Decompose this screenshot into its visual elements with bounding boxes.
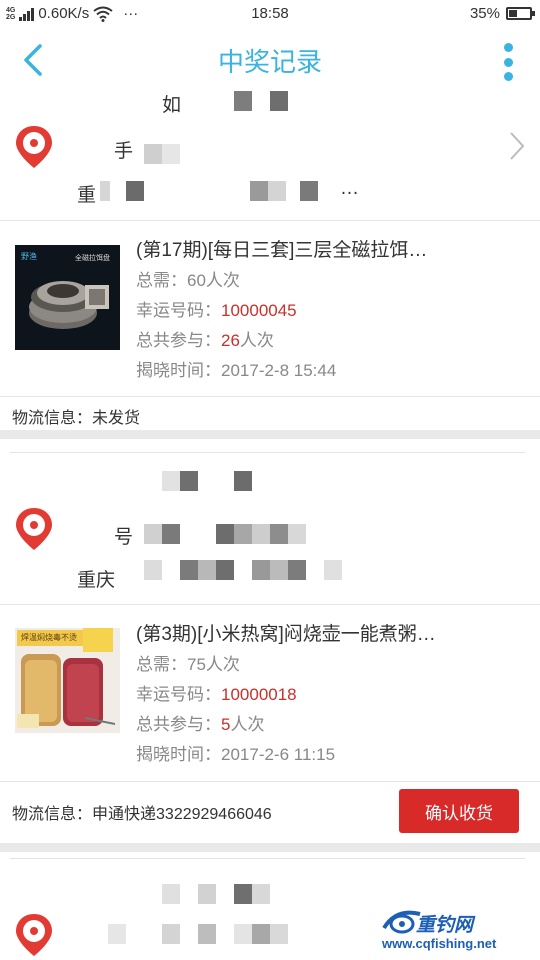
reveal-value: 2017-2-6 11:15 (221, 745, 336, 764)
divider (0, 396, 540, 397)
location-pin-icon (16, 508, 52, 550)
item-title[interactable]: (第3期)[小米热窝]闷烧壶一能煮粥… (136, 619, 526, 646)
header: 中奖记录 (0, 28, 540, 92)
confirm-receipt-button[interactable]: 确认收货 (399, 789, 519, 833)
lucky-number: 幸运号码：10000045 (136, 296, 297, 321)
location-pin-icon (16, 914, 52, 956)
total-needed: 总需：60人次 (136, 266, 240, 291)
redacted-block (162, 471, 252, 491)
status-bar: 4G 2G 0.60K/s ··· 18:58 35% (0, 0, 540, 28)
recipient-name: 如 (162, 95, 182, 116)
reveal-label: 揭晓时间： (136, 361, 221, 380)
more-button[interactable] (498, 40, 518, 84)
lucky-value: 10000018 (221, 685, 297, 704)
thumb-product-text: 焊温焖烧毒不烫 (21, 633, 77, 642)
logistics-label: 物流信息： (12, 806, 93, 823)
clock: 18:58 (251, 5, 289, 22)
food-jar-image (15, 628, 120, 733)
recipient-phone: 手 (114, 141, 134, 162)
divider (0, 781, 540, 782)
reveal-time: 揭晓时间：2017-2-6 11:15 (136, 740, 335, 765)
thumb-product-text: 全磁拉饵盘 (75, 255, 110, 262)
redacted-block (108, 924, 288, 944)
logistics-value: 未发货 (92, 410, 141, 427)
watermark-url: www.cqfishing.net (382, 936, 497, 951)
section-gap (0, 430, 540, 439)
watermark-brand: 重钓网 (416, 915, 474, 936)
participate-value: 26 (221, 331, 240, 350)
section-gap (0, 843, 540, 852)
logistics-value: 申通快递3322929466046 (92, 806, 272, 823)
participate-label: 总共参与： (136, 715, 221, 734)
total-needed: 总需：75人次 (136, 650, 240, 675)
logistics-label: 物流信息： (12, 410, 93, 427)
lucky-label: 幸运号码： (136, 685, 221, 704)
redacted-block (250, 181, 318, 201)
participate-unit: 人次 (239, 331, 274, 350)
total-label: 总需： (136, 655, 187, 674)
redacted-block (162, 884, 270, 904)
reveal-time: 揭晓时间：2017-2-8 15:44 (136, 356, 336, 381)
thumb-brand-text: 野渔 (21, 252, 37, 261)
logistics-info: 物流信息：未发货 (12, 404, 140, 428)
address-text: 重庆 (77, 570, 116, 591)
item-title[interactable]: (第17期)[每日三套]三层全磁拉饵… (136, 235, 526, 262)
watermark: 重钓网 www.cqfishing.net (380, 906, 534, 956)
redacted-block (100, 181, 144, 201)
address-card[interactable]: 号 重庆 (0, 452, 540, 604)
total-participation: 总共参与：5人次 (136, 710, 264, 735)
product-thumbnail[interactable]: 焊温焖烧毒不烫 (15, 628, 120, 733)
lucky-number: 幸运号码：10000018 (136, 680, 297, 705)
participate-label: 总共参与： (136, 331, 221, 350)
total-value: 60人次 (187, 271, 240, 290)
address-ellipsis: … (340, 178, 359, 199)
lucky-value: 10000045 (221, 301, 297, 320)
logistics-info: 物流信息：申通快递3322929466046 (12, 800, 272, 824)
total-participation: 总共参与：26人次 (136, 326, 274, 351)
participate-unit: 人次 (230, 715, 265, 734)
location-pin-icon (16, 126, 52, 168)
lucky-label: 幸运号码： (136, 301, 221, 320)
address-card[interactable]: 如 手 重 … (0, 86, 540, 220)
battery-percent: 35% (469, 5, 500, 22)
more-vertical-icon (503, 43, 513, 52)
divider (0, 604, 540, 605)
redacted-block (234, 91, 288, 111)
total-label: 总需： (136, 271, 187, 290)
redacted-block (144, 560, 342, 580)
battery-icon (506, 7, 535, 20)
page-title: 中奖记录 (217, 47, 322, 77)
total-value: 75人次 (187, 655, 240, 674)
chevron-right-icon (510, 132, 525, 160)
status-right: 35% (469, 5, 535, 22)
redacted-block (144, 144, 180, 164)
product-thumbnail[interactable]: 野渔 全磁拉饵盘 (15, 245, 120, 350)
divider (0, 220, 540, 221)
redacted-block (144, 524, 306, 544)
reveal-value: 2017-2-8 15:44 (221, 361, 337, 380)
recipient-phone: 号 (114, 527, 134, 548)
address-text: 重 (77, 185, 97, 206)
reveal-label: 揭晓时间： (136, 745, 221, 764)
